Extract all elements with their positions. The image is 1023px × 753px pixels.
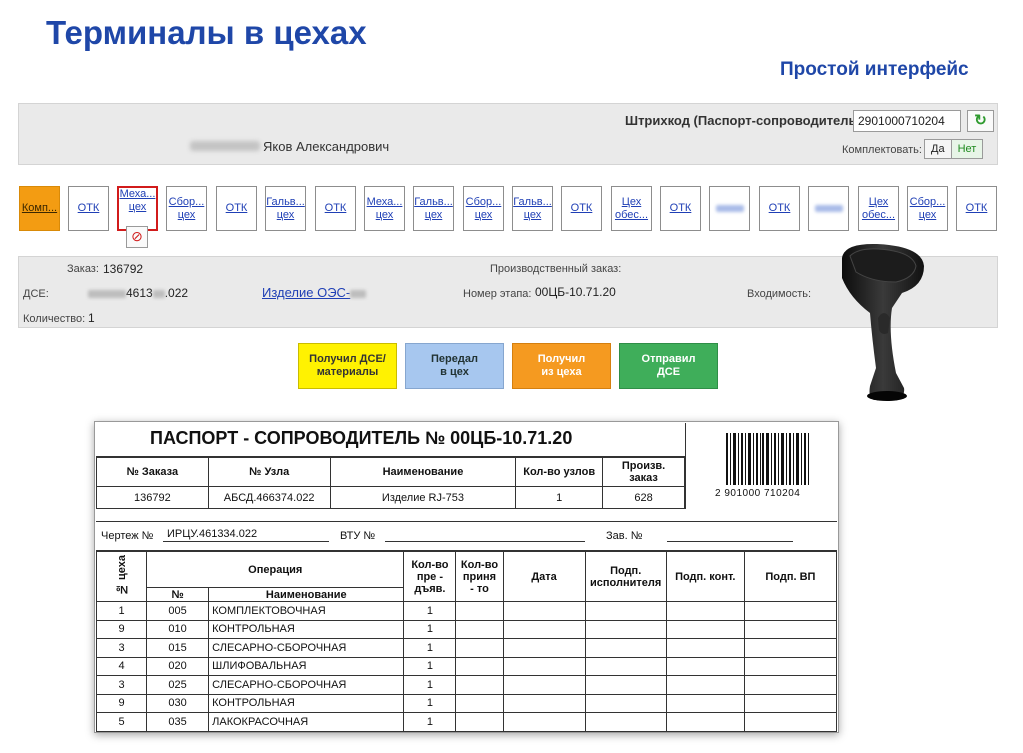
workshop-tile[interactable]: Цех обес...	[858, 186, 899, 231]
col-ceh: № цеха	[115, 554, 128, 596]
received-dse-button[interactable]: Получил ДСЕ/ материалы	[298, 343, 397, 389]
workshop-tile[interactable]: ОТК	[561, 186, 602, 231]
workshop-tile[interactable]: ОТК	[759, 186, 800, 231]
col-node: № Узла	[207, 457, 331, 487]
entry-label: Входимость:	[747, 288, 812, 300]
workshop-tile[interactable]: ОТК	[956, 186, 997, 231]
workshop-tile[interactable]: ОТК	[216, 186, 257, 231]
stage-label: Номер этапа:	[463, 288, 532, 300]
col-sign-vp: Подп. ВП	[743, 551, 838, 602]
drawing-label: Чертеж №	[101, 530, 154, 542]
refresh-button[interactable]: ↻	[967, 110, 994, 132]
zav-label: Зав. №	[606, 530, 643, 542]
barcode-scanner-image	[842, 243, 924, 401]
name-cell: Изделие RJ-753	[329, 486, 517, 509]
col-op-num: №	[146, 587, 210, 602]
col-qty-presented: Кол-во пре - дъяв.	[403, 551, 457, 602]
page-subtitle: Простой интерфейс	[780, 59, 969, 80]
table-row: 1 005 КОМПЛЕКТОВОЧНАЯ 1	[95, 601, 838, 621]
workshop-tile[interactable]: ОТК	[68, 186, 109, 231]
table-row: 3 015 СЛЕСАРНО-СБОРОЧНАЯ 1	[95, 638, 838, 658]
refresh-icon: ↻	[974, 112, 987, 129]
prohibited-icon: ⊘	[131, 228, 143, 244]
received-from-ceh-button[interactable]: Получил из цеха	[512, 343, 611, 389]
col-op-name: Наименование	[208, 587, 405, 602]
workshop-tile-selected[interactable]: Меха... цех	[117, 186, 158, 231]
passport-header-table: № Заказа № Узла Наименование Кол-во узло…	[96, 457, 685, 509]
order-cell: 136792	[96, 486, 209, 509]
col-qty-accepted: Кол-во приня - то	[455, 551, 504, 602]
dse-value: 4613.022	[88, 286, 188, 300]
col-operation: Операция	[146, 551, 405, 588]
barcode-input[interactable]	[853, 110, 961, 132]
table-row: 3 025 СЛЕСАРНО-СБОРОЧНАЯ 1	[95, 675, 838, 695]
col-order: № Заказа	[96, 457, 209, 487]
passed-to-ceh-button[interactable]: Передал в цех	[405, 343, 504, 389]
col-prod-order: Произв. заказ	[602, 457, 685, 487]
toggle-yes[interactable]: Да	[925, 140, 951, 158]
table-row: 4 020 ШЛИФОВАЛЬНАЯ 1	[95, 656, 838, 676]
passport-title: ПАСПОРТ - СОПРОВОДИТЕЛЬ № 00ЦБ-10.71.20	[150, 428, 573, 448]
stage-value: 00ЦБ-10.71.20	[535, 285, 616, 299]
workshop-tile[interactable]: Комп...	[19, 186, 60, 231]
workshop-tile[interactable]: Сбор... цех	[907, 186, 948, 231]
barcode-label: Штрихкод (Паспорт-сопроводитель):	[625, 113, 866, 128]
workshop-tile[interactable]: ОТК	[660, 186, 701, 231]
qty-cell: 1	[515, 486, 604, 509]
workshop-tile[interactable]: ОТК	[315, 186, 356, 231]
barcode-number: 2 901000 710204	[715, 488, 801, 499]
workshop-tile-redacted[interactable]	[808, 186, 849, 231]
toggle-no[interactable]: Нет	[950, 140, 983, 158]
product-link[interactable]: Изделие ОЭС-	[262, 285, 367, 300]
workshop-tile-redacted[interactable]	[709, 186, 750, 231]
table-row: 9 030 КОНТРОЛЬНАЯ 1	[95, 693, 838, 713]
operations-table: № цеха Операция Кол-во пре - дъяв. Кол-в…	[95, 551, 838, 732]
qty-value: 1	[88, 311, 95, 325]
komplekt-label: Комплектовать:	[842, 144, 922, 156]
col-date: Дата	[502, 551, 586, 602]
drawing-value: ИРЦУ.461334.022	[163, 528, 329, 542]
qty-label: Количество:	[23, 313, 86, 325]
user-name: Яков Александрович	[263, 139, 390, 154]
col-sign-control: Подп. конт.	[665, 551, 745, 602]
workshop-tile[interactable]: Гальв... цех	[265, 186, 306, 231]
dse-redacted	[88, 289, 126, 298]
col-name: Наименование	[329, 457, 517, 487]
vtu-line	[385, 528, 585, 542]
col-qty: Кол-во узлов	[515, 457, 604, 487]
vtu-label: ВТУ №	[340, 530, 376, 542]
col-sign-exec: Подп. исполнителя	[584, 551, 667, 602]
komplekt-toggle: Да Нет	[924, 139, 984, 159]
prod-order-label: Производственный заказ:	[490, 263, 622, 275]
page-title: Терминалы в цехах	[46, 14, 367, 51]
table-row: 5 035 ЛАКОКРАСОЧНАЯ 1	[95, 712, 838, 732]
workshop-tile[interactable]: Сбор... цех	[463, 186, 504, 231]
order-value: 136792	[103, 262, 144, 276]
workshop-tile[interactable]: Гальв... цех	[413, 186, 454, 231]
prod-order-cell: 628	[602, 486, 685, 509]
workshop-tile[interactable]: Сбор... цех	[166, 186, 207, 231]
table-row: 9 010 КОНТРОЛЬНАЯ 1	[95, 619, 838, 639]
sent-dse-button[interactable]: Отправил ДСЕ	[619, 343, 718, 389]
dse-label: ДСЕ:	[23, 288, 49, 300]
user-surname-redacted	[190, 141, 260, 151]
zav-line	[667, 528, 793, 542]
order-label: Заказ:	[67, 263, 99, 275]
workshop-tile[interactable]: Меха... цех	[364, 186, 405, 231]
workshop-tile[interactable]: Цех обес...	[611, 186, 652, 231]
cancel-workshop-button[interactable]: ⊘	[126, 226, 148, 248]
node-cell: АБСД.466374.022	[207, 486, 331, 509]
workshop-tile[interactable]: Гальв... цех	[512, 186, 553, 231]
